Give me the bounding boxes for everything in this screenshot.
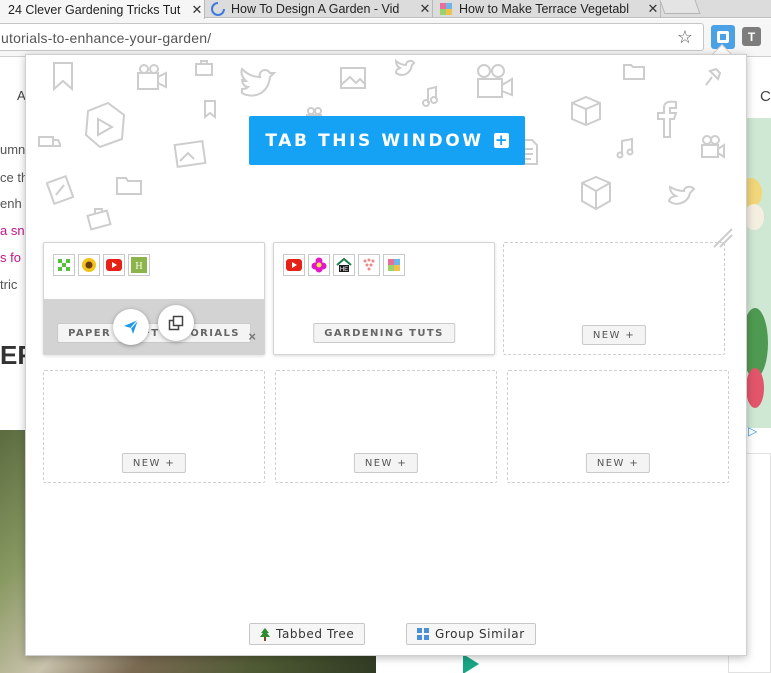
pinwheel-favicon-icon[interactable] bbox=[383, 254, 405, 276]
truck-doodle-icon bbox=[38, 136, 61, 147]
open-group-button[interactable] bbox=[113, 309, 149, 345]
folder-large-doodle-icon bbox=[116, 177, 142, 195]
tag-doodle-icon bbox=[204, 100, 216, 119]
camera-doodle-icon bbox=[137, 64, 167, 90]
folder-doodle-icon bbox=[623, 64, 645, 80]
briefcase-doodle-icon bbox=[195, 60, 213, 76]
video-camera-doodle-icon bbox=[477, 64, 513, 98]
twitter-doodle-icon bbox=[240, 67, 277, 97]
tree-icon bbox=[260, 627, 270, 641]
decorative-triangle bbox=[463, 654, 479, 673]
favicon-row: H bbox=[53, 254, 150, 276]
small-twitter-doodle-icon bbox=[394, 59, 416, 76]
grid-icon bbox=[417, 628, 429, 640]
browser-tab-3[interactable]: How to Make Terrace Vegetabl ✕ bbox=[435, 0, 661, 18]
plus-square-icon: + bbox=[493, 131, 509, 149]
cube-outline-doodle-icon bbox=[581, 175, 611, 211]
new-group-button[interactable]: NEW + bbox=[581, 325, 647, 345]
cube-doodle-icon bbox=[571, 95, 601, 127]
note-doodle-icon bbox=[616, 137, 634, 159]
link-fragment[interactable]: a sn bbox=[0, 223, 25, 238]
link-fragment[interactable]: s fo bbox=[0, 250, 21, 265]
pink-flower-favicon-icon[interactable] bbox=[308, 254, 330, 276]
tabbed-tree-button[interactable]: Tabbed Tree bbox=[249, 623, 366, 645]
extension-logo-icon bbox=[717, 31, 729, 43]
group-similar-label: Group Similar bbox=[435, 627, 525, 641]
loading-spinner-icon bbox=[211, 2, 225, 16]
briefcase-outline-doodle-icon bbox=[86, 208, 112, 231]
open-in-new-window-button[interactable] bbox=[158, 305, 194, 341]
nav-fragment[interactable]: C bbox=[760, 88, 771, 105]
youtube-favicon-icon[interactable] bbox=[103, 254, 125, 276]
new-group-button[interactable]: NEW + bbox=[121, 453, 187, 473]
close-tab-icon[interactable]: ✕ bbox=[646, 1, 660, 17]
browser-toolbar: utorials-to-enhance-your-garden/ ☆ T bbox=[0, 19, 771, 57]
url-text[interactable]: utorials-to-enhance-your-garden/ bbox=[1, 30, 211, 46]
tab-strip: 24 Clever Gardening Tricks Tut ✕ How To … bbox=[0, 0, 771, 19]
new-group-button[interactable]: NEW + bbox=[353, 453, 419, 473]
play-cube-doodle-icon bbox=[84, 101, 126, 149]
favicon-row: HE bbox=[283, 254, 405, 276]
dots-favicon-icon[interactable] bbox=[358, 254, 380, 276]
tab-group-card[interactable]: H PAPER CRAFT TUTORIALS × bbox=[43, 242, 265, 355]
bird-doodle-icon bbox=[667, 185, 696, 205]
empty-group-slot[interactable]: NEW + bbox=[275, 370, 497, 483]
tab-manager-popup: TAB THIS WINDOW + H PAPER CRAFT TUTORIAL… bbox=[25, 54, 747, 656]
address-bar[interactable]: utorials-to-enhance-your-garden/ ☆ bbox=[0, 23, 704, 51]
text-fragment: tric bbox=[0, 277, 18, 292]
group-similar-button[interactable]: Group Similar bbox=[406, 623, 536, 645]
ad-choices-icon[interactable]: ▷ bbox=[748, 424, 764, 440]
tab-title: How To Design A Garden - Vid bbox=[231, 2, 400, 16]
green-pixel-favicon-icon[interactable] bbox=[53, 254, 75, 276]
youtube-favicon-icon[interactable] bbox=[283, 254, 305, 276]
empty-group-slot[interactable]: NEW + bbox=[503, 242, 725, 355]
close-tab-icon[interactable]: ✕ bbox=[418, 1, 432, 17]
tab-this-window-label: TAB THIS WINDOW bbox=[265, 130, 484, 151]
delete-group-icon[interactable]: × bbox=[248, 329, 256, 344]
star-icon[interactable]: ☆ bbox=[677, 27, 693, 48]
paper-plane-icon bbox=[124, 319, 139, 334]
music-note-doodle-icon bbox=[422, 85, 438, 107]
svg-text:H: H bbox=[135, 261, 142, 272]
tab-this-window-button[interactable]: TAB THIS WINDOW + bbox=[249, 116, 525, 165]
text-fragment: ce th bbox=[0, 170, 29, 185]
text-fragment: umn bbox=[0, 142, 26, 157]
page-favicon bbox=[0, 3, 4, 17]
empty-group-slot[interactable]: NEW + bbox=[507, 370, 729, 483]
new-tab-button[interactable] bbox=[659, 0, 701, 14]
bookmark-doodle-icon bbox=[53, 62, 73, 92]
photo-doodle-icon bbox=[173, 140, 207, 168]
t-extension-icon[interactable]: T bbox=[742, 27, 761, 46]
h-letter-favicon-icon[interactable]: H bbox=[128, 254, 150, 276]
pinwheel-favicon-icon bbox=[440, 3, 452, 15]
text-fragment: enh bbox=[0, 196, 22, 211]
new-group-button[interactable]: NEW + bbox=[585, 453, 651, 473]
browser-tab-2[interactable]: How To Design A Garden - Vid ✕ bbox=[207, 0, 433, 18]
tabbed-tree-label: Tabbed Tree bbox=[276, 627, 355, 641]
new-window-icon bbox=[168, 315, 184, 331]
group-name-button[interactable]: PAPER CRAFT TUTORIALS bbox=[57, 323, 251, 343]
house-favicon-icon[interactable]: HE bbox=[333, 254, 355, 276]
browser-tab-1[interactable]: 24 Clever Gardening Tricks Tut ✕ bbox=[0, 0, 205, 19]
pin-doodle-icon bbox=[705, 67, 722, 86]
group-name-button[interactable]: GARDENING TUTS bbox=[313, 323, 455, 343]
tab-group-card[interactable]: HE GARDENING TUTS bbox=[273, 242, 495, 355]
svg-text:HE: HE bbox=[340, 267, 348, 273]
video-small-doodle-icon bbox=[701, 135, 725, 159]
sunflower-favicon-icon[interactable] bbox=[78, 254, 100, 276]
tab-title: 24 Clever Gardening Tricks Tut bbox=[8, 2, 181, 17]
hover-overlay: PAPER CRAFT TUTORIALS × bbox=[44, 299, 264, 354]
tab-title: How to Make Terrace Vegetabl bbox=[459, 2, 630, 16]
facebook-doodle-icon bbox=[657, 100, 678, 138]
close-tab-icon[interactable]: ✕ bbox=[190, 2, 204, 18]
empty-group-slot[interactable]: NEW + bbox=[43, 370, 265, 483]
image-doodle-icon bbox=[340, 67, 366, 89]
square-doodle-icon bbox=[46, 174, 75, 206]
